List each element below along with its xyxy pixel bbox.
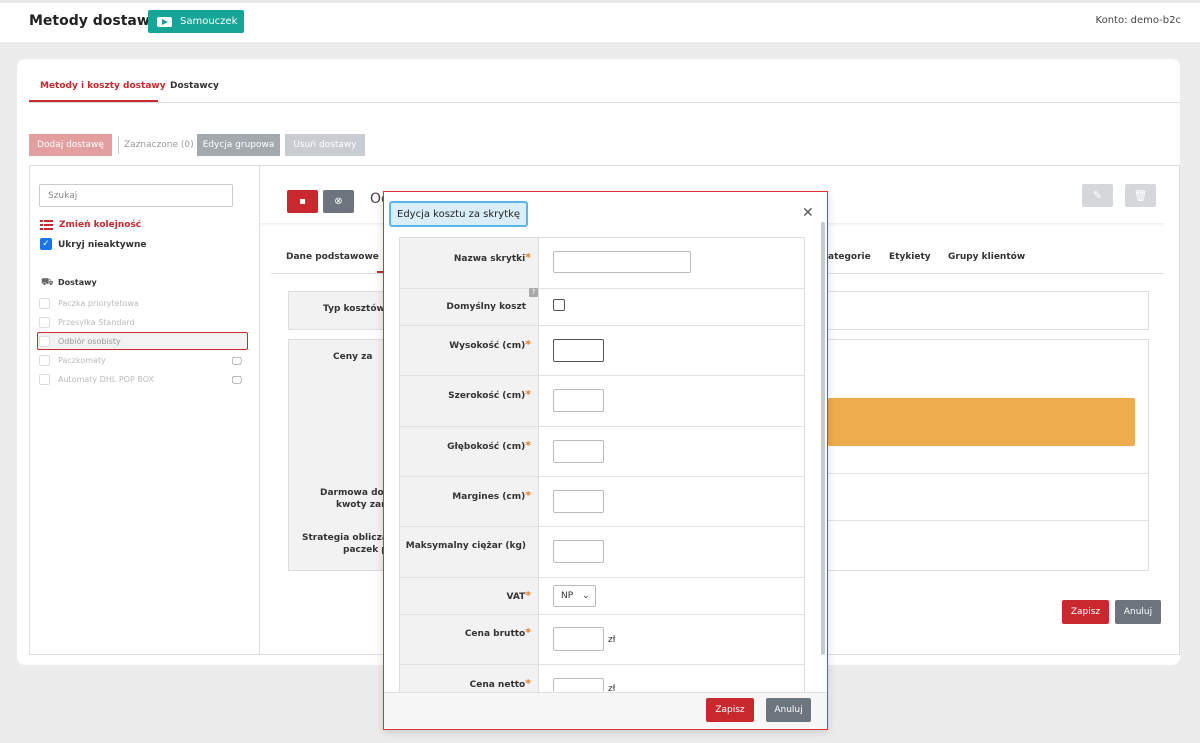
hide-inactive-label: Ukryj nieaktywne [58,240,147,250]
tab-customer-groups[interactable]: Grupy klientów [948,252,1025,262]
field-label-width: Szerokość (cm)* [448,388,531,401]
help-icon[interactable]: ? [529,288,538,297]
item-checkbox[interactable] [39,354,50,366]
vat-value: NP [561,591,574,601]
list-item-label: Automaty DHL POP BOX [58,374,154,384]
row-divider [400,614,805,615]
row-divider [400,426,805,427]
field-label-net: Cena netto* [469,677,531,690]
delete-deliveries-button[interactable]: Usuń dostawy [285,134,365,156]
row-divider [828,473,1148,474]
list-item[interactable]: Paczka priorytetowa [39,296,139,310]
margin-input[interactable] [553,490,604,513]
depth-input[interactable] [553,440,604,463]
currency-label: zł [608,635,616,645]
gross-price-input[interactable] [553,627,604,651]
list-item-label: Paczka priorytetowa [58,298,139,308]
modal-footer [384,692,827,729]
row-divider [400,577,805,578]
tab-delivery-methods[interactable]: Metody i koszty dostawy [40,81,166,91]
page-title: Metody dostawy [29,13,159,29]
panel-divider [259,165,260,655]
list-item-label: Odbiór osobisty [58,336,121,346]
save-button[interactable]: Zapisz [1062,600,1109,624]
width-input[interactable] [553,389,604,412]
tabs-divider [29,102,1180,103]
default-cost-checkbox[interactable] [553,299,565,311]
item-checkbox[interactable] [39,373,50,385]
tab-labels[interactable]: Etykiety [889,252,931,262]
play-icon [157,16,172,27]
row-divider [828,520,1148,521]
modal-save-button[interactable]: Zapisz [706,698,754,722]
field-label-vat: VAT* [506,589,531,602]
save-icon-button[interactable]: ▪ [287,190,318,213]
tab-categories[interactable]: ategorie [828,252,871,262]
chevron-down-icon: ⌄ [582,591,590,601]
trash-icon[interactable]: 🗑 [1125,184,1156,207]
tab-suppliers[interactable]: Dostawcy [170,81,219,91]
list-order-icon [40,220,53,230]
group-edit-button[interactable]: Edycja grupowa [197,134,280,156]
max-weight-input[interactable] [553,540,604,563]
item-checkbox[interactable] [39,316,50,328]
field-label-depth: Głębokość (cm)* [447,439,531,452]
toolbar-separator [118,136,119,154]
list-item[interactable]: Odbiór osobisty [39,334,121,348]
field-label-default: Domyślny koszt [446,302,526,312]
vat-select[interactable]: NP ⌄ [553,585,596,607]
close-icon[interactable]: ✕ [802,206,814,220]
monitor-icon: 🖵 [232,356,242,367]
search-input[interactable]: Szukaj [39,184,233,207]
account-label: Konto: demo-b2c [1095,15,1181,26]
list-item[interactable]: Automaty DHL POP BOX [39,372,154,386]
modal-cancel-button[interactable]: Anuluj [766,698,811,722]
truck-icon: ⛟ [41,277,54,288]
row-divider [400,288,805,289]
row-divider [400,325,805,326]
field-label-margin: Margines (cm)* [452,489,531,502]
list-item[interactable]: Paczkomaty [39,353,106,367]
field-label-height: Wysokość (cm)* [449,338,531,351]
prices-label: Ceny za [333,352,373,362]
deliveries-heading: Dostawy [58,278,97,287]
row-divider [400,375,805,376]
item-checkbox[interactable] [39,297,50,309]
list-item[interactable]: Przesyłka Standard [39,315,135,329]
list-item-label: Paczkomaty [58,355,106,365]
tutorial-label: Samouczek [180,16,238,27]
field-label-gross: Cena brutto* [464,626,531,639]
net-price-input[interactable] [553,678,604,692]
tutorial-button[interactable]: Samouczek [148,10,244,33]
reorder-link[interactable]: Zmień kolejność [59,220,141,230]
pencil-icon[interactable]: ✎ [1082,184,1113,207]
field-label-name: Nazwa skrytki* [453,251,531,264]
modal-title: Edycja kosztu za skrytkę [389,201,528,227]
cancel-button[interactable]: Anuluj [1115,600,1161,624]
height-input[interactable] [553,339,604,362]
info-banner [828,398,1135,446]
row-divider [400,526,805,527]
field-label-max-weight: Maksymalny ciężar (kg) [405,541,526,551]
list-item-label: Przesyłka Standard [58,317,135,327]
item-checkbox[interactable] [39,335,50,347]
row-divider [400,476,805,477]
modal-scrollbar[interactable] [821,222,825,655]
add-delivery-button[interactable]: Dodaj dostawę [29,134,112,156]
row-divider [400,664,805,665]
cancel-icon-button[interactable]: ⊗ [323,190,354,213]
selected-count: Zaznaczone (0) [124,140,194,150]
tab-basic-data[interactable]: Dane podstawowe [286,252,379,262]
name-input[interactable] [553,251,691,273]
hide-inactive-checkbox[interactable]: ✓ [40,238,52,250]
monitor-icon: 🖵 [232,375,242,386]
strategy-label-2: paczek p [343,545,388,555]
